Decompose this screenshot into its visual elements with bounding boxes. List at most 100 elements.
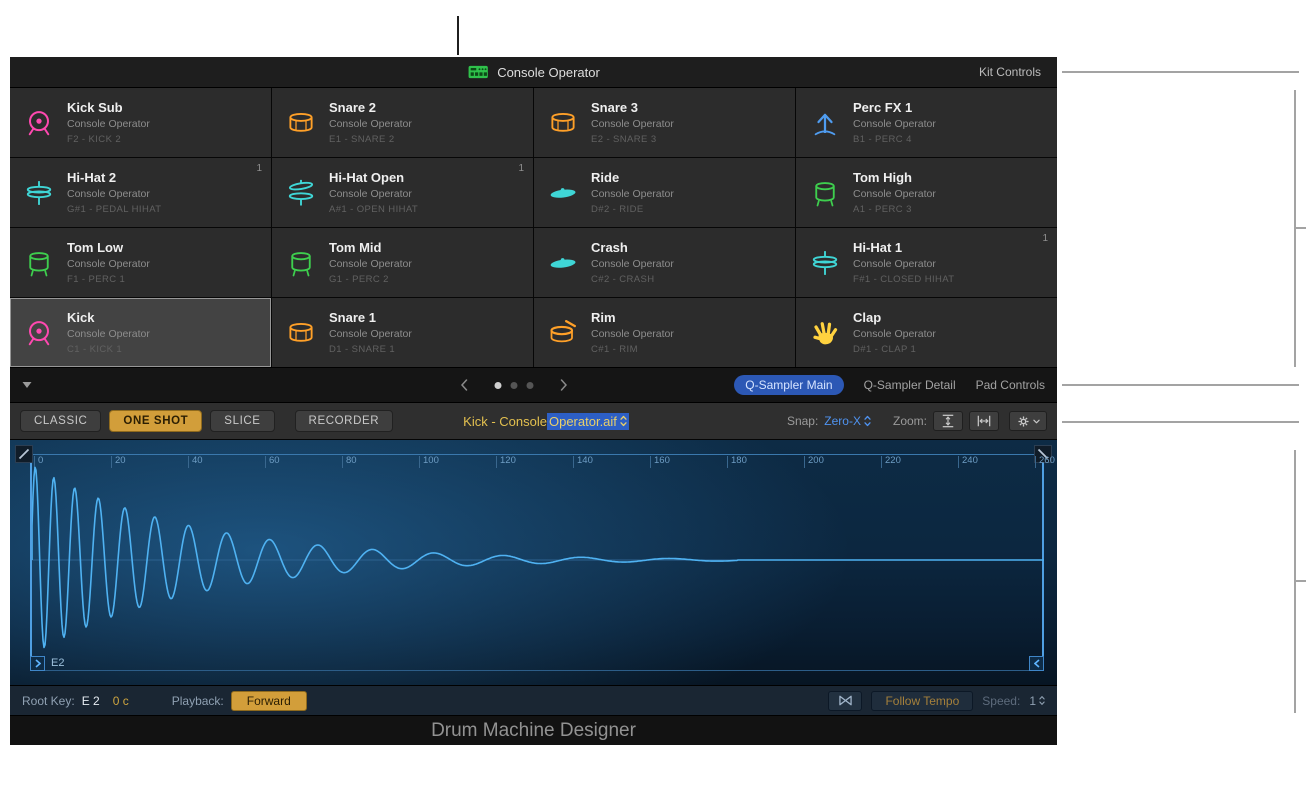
pad-subtitle: Console Operator bbox=[591, 188, 674, 200]
vertical-zoom-button[interactable] bbox=[933, 411, 963, 431]
action-menu-button[interactable] bbox=[1009, 411, 1047, 431]
drum-pad-ride[interactable]: Ride Console Operator D#2 - RIDE bbox=[534, 158, 795, 227]
popup-chevron-icon bbox=[864, 415, 871, 427]
callout-header-line bbox=[1062, 71, 1299, 73]
pad-text: Kick Console Operator C1 - KICK 1 bbox=[67, 310, 150, 355]
drum-pad-snare-3[interactable]: Snare 3 Console Operator E2 - SNARE 3 bbox=[534, 88, 795, 157]
drum-pad-kick[interactable]: Kick Console Operator C1 - KICK 1 bbox=[10, 298, 271, 367]
pad-text: Ride Console Operator D#2 - RIDE bbox=[591, 170, 674, 215]
pad-name: Kick Sub bbox=[67, 100, 150, 115]
plugin-name: Drum Machine Designer bbox=[431, 720, 636, 742]
sample-end-marker[interactable] bbox=[1029, 656, 1044, 671]
drum-pad-hi-hat-2[interactable]: Hi-Hat 2 Console Operator G#1 - PEDAL HI… bbox=[10, 158, 271, 227]
page-dot-3[interactable] bbox=[526, 382, 533, 389]
snap-label: Snap: bbox=[787, 414, 818, 428]
pad-key: D#1 - CLAP 1 bbox=[853, 344, 936, 355]
pad-text: Kick Sub Console Operator F2 - KICK 2 bbox=[67, 100, 150, 145]
callout-pad-grid-tick bbox=[1296, 227, 1306, 229]
mode-classic-button[interactable]: CLASSIC bbox=[20, 410, 101, 432]
crossfade-loop-button[interactable] bbox=[828, 691, 862, 711]
pad-subtitle: Console Operator bbox=[67, 258, 150, 270]
horizontal-zoom-button[interactable] bbox=[969, 411, 999, 431]
sample-file-popup[interactable]: Kick - Console Operator.aif bbox=[463, 413, 629, 430]
pad-name: Snare 1 bbox=[329, 310, 412, 325]
page-dot-2[interactable] bbox=[510, 382, 517, 389]
pad-badge: 1 bbox=[1042, 233, 1048, 244]
playback-direction-button[interactable]: Forward bbox=[231, 691, 307, 711]
pad-subtitle: Console Operator bbox=[329, 328, 412, 340]
pad-key: F1 - PERC 1 bbox=[67, 274, 150, 285]
drum-pad-tom-high[interactable]: Tom High Console Operator A1 - PERC 3 bbox=[796, 158, 1057, 227]
drum-pad-perc-fx-1[interactable]: Perc FX 1 Console Operator B1 - PERC 4 bbox=[796, 88, 1057, 157]
gear-icon bbox=[1017, 415, 1030, 428]
pad-text: Snare 3 Console Operator E2 - SNARE 3 bbox=[591, 100, 674, 145]
drum-pad-kick-sub[interactable]: Kick Sub Console Operator F2 - KICK 2 bbox=[10, 88, 271, 157]
page-dot-1[interactable] bbox=[494, 382, 501, 389]
pad-text: Tom Low Console Operator F1 - PERC 1 bbox=[67, 240, 150, 285]
drum-pad-crash[interactable]: Crash Console Operator C#2 - CRASH bbox=[534, 228, 795, 297]
tab-q-sampler-main[interactable]: Q-Sampler Main bbox=[734, 375, 843, 395]
mode-slice-button[interactable]: SLICE bbox=[210, 410, 274, 432]
recorder-button[interactable]: RECORDER bbox=[295, 410, 394, 432]
drum-pad-clap[interactable]: Clap Console Operator D#1 - CLAP 1 bbox=[796, 298, 1057, 367]
callout-tab-bar-line bbox=[1062, 384, 1299, 386]
disclosure-button[interactable] bbox=[22, 381, 38, 389]
pad-name: Tom Low bbox=[67, 240, 150, 255]
drum-pad-grid: Kick Sub Console Operator F2 - KICK 2 Sn… bbox=[10, 88, 1057, 368]
snare-drum-icon bbox=[286, 318, 316, 348]
pad-key: F#1 - CLOSED HIHAT bbox=[853, 274, 955, 285]
pad-key: G1 - PERC 2 bbox=[329, 274, 412, 285]
kick-drum-icon bbox=[24, 318, 54, 348]
pad-text: Hi-Hat 2 Console Operator G#1 - PEDAL HI… bbox=[67, 170, 161, 215]
drum-pad-hi-hat-1[interactable]: Hi-Hat 1 Console Operator F#1 - CLOSED H… bbox=[796, 228, 1057, 297]
drum-pad-hi-hat-open[interactable]: Hi-Hat Open Console Operator A#1 - OPEN … bbox=[272, 158, 533, 227]
pad-subtitle: Console Operator bbox=[329, 118, 412, 130]
pad-subtitle: Console Operator bbox=[853, 328, 936, 340]
tune-value[interactable]: 0 c bbox=[113, 694, 129, 708]
waveform-display[interactable]: 020406080100120140160180200220240260 E2 bbox=[10, 440, 1057, 686]
drum-pad-snare-1[interactable]: Snare 1 Console Operator D1 - SNARE 1 bbox=[272, 298, 533, 367]
snap-popup[interactable]: Zero-X bbox=[824, 414, 871, 428]
drum-pad-rim[interactable]: Rim Console Operator C#1 - RIM bbox=[534, 298, 795, 367]
hihat-icon bbox=[810, 248, 840, 278]
drum-pad-tom-mid[interactable]: Tom Mid Console Operator G1 - PERC 2 bbox=[272, 228, 533, 297]
snare-drum-icon bbox=[286, 108, 316, 138]
pad-key: A#1 - OPEN HIHAT bbox=[329, 204, 418, 215]
pad-key: D1 - SNARE 1 bbox=[329, 344, 412, 355]
pad-name: Kick bbox=[67, 310, 150, 325]
pad-key: C#2 - CRASH bbox=[591, 274, 674, 285]
plugin-footer: Drum Machine Designer bbox=[10, 716, 1057, 745]
chevron-right-icon[interactable] bbox=[560, 379, 567, 391]
tab-pad-controls[interactable]: Pad Controls bbox=[976, 378, 1045, 392]
tom-drum-icon bbox=[810, 178, 840, 208]
root-key-label: Root Key: bbox=[22, 694, 75, 708]
pad-subtitle: Console Operator bbox=[853, 118, 936, 130]
transport-right-group: Follow Tempo Speed: 1 bbox=[828, 691, 1045, 711]
patch-title: Console Operator bbox=[497, 65, 600, 80]
root-key-value[interactable]: E 2 bbox=[82, 694, 100, 708]
pad-page-selector bbox=[460, 379, 567, 391]
pad-text: Snare 1 Console Operator D1 - SNARE 1 bbox=[329, 310, 412, 355]
mode-one-shot-button[interactable]: ONE SHOT bbox=[109, 410, 202, 432]
drum-pad-snare-2[interactable]: Snare 2 Console Operator E1 - SNARE 2 bbox=[272, 88, 533, 157]
q-sampler-toolbar: CLASSIC ONE SHOT SLICE RECORDER Kick - C… bbox=[10, 403, 1057, 440]
drum-machine-icon bbox=[467, 64, 488, 80]
snare-drum-icon bbox=[548, 108, 578, 138]
pad-name: Clap bbox=[853, 310, 936, 325]
tab-q-sampler-detail[interactable]: Q-Sampler Detail bbox=[864, 378, 956, 392]
follow-tempo-button[interactable]: Follow Tempo bbox=[871, 691, 973, 711]
pad-key: B1 - PERC 4 bbox=[853, 134, 936, 145]
pad-key: C1 - KICK 1 bbox=[67, 344, 150, 355]
kit-controls-button[interactable]: Kit Controls bbox=[979, 57, 1041, 87]
speed-popup[interactable]: 1 bbox=[1029, 694, 1045, 708]
pad-subtitle: Console Operator bbox=[329, 258, 412, 270]
drum-pad-tom-low[interactable]: Tom Low Console Operator F1 - PERC 1 bbox=[10, 228, 271, 297]
sample-start-marker[interactable] bbox=[30, 656, 45, 671]
chevron-left-icon[interactable] bbox=[460, 379, 467, 391]
fade-in-handle[interactable] bbox=[15, 445, 33, 463]
waveform-canvas bbox=[32, 460, 1044, 660]
pad-name: Hi-Hat Open bbox=[329, 170, 418, 185]
kick-drum-icon bbox=[24, 108, 54, 138]
pad-key: C#1 - RIM bbox=[591, 344, 674, 355]
perc-fx-icon bbox=[810, 108, 840, 138]
